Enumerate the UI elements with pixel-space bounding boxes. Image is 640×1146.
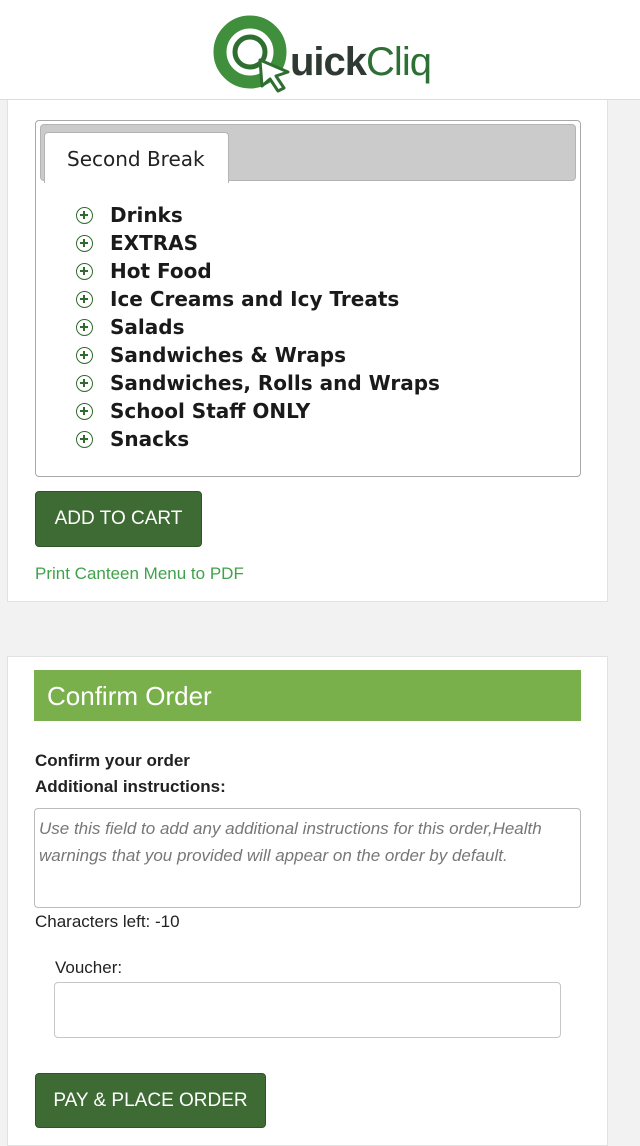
category-label: Salads [110, 315, 185, 339]
category-label: Ice Creams and Icy Treats [110, 287, 400, 311]
menu-card: Second Break Drinks EXTRAS Hot Food Ice … [7, 100, 608, 602]
quickcliq-logo[interactable]: uickCliq [212, 14, 444, 94]
pay-place-order-button[interactable]: PAY & PLACE ORDER [35, 1073, 266, 1128]
app-header: uickCliq [0, 0, 640, 100]
logo-q-cursor-icon [213, 15, 290, 93]
category-label: Sandwiches, Rolls and Wraps [110, 371, 440, 395]
category-label: Drinks [110, 203, 183, 227]
confirm-order-card: Confirm Order Confirm your order Additio… [7, 656, 608, 1146]
tab-second-break[interactable]: Second Break [44, 132, 229, 183]
category-label: Hot Food [110, 259, 212, 283]
category-label: Snacks [110, 427, 190, 451]
logo-text-dark: uick [290, 40, 367, 84]
category-label: EXTRAS [110, 231, 199, 255]
plus-circle-icon[interactable] [76, 234, 93, 252]
category-item-ice-creams[interactable]: Ice Creams and Icy Treats [76, 285, 440, 313]
additional-instructions-input[interactable] [34, 808, 581, 908]
characters-left-counter: Characters left: -10 [35, 912, 180, 931]
logo-wordmark: uickCliq [290, 38, 432, 86]
additional-instructions-label: Additional instructions: [35, 777, 226, 796]
category-label: Sandwiches & Wraps [110, 343, 347, 367]
plus-circle-icon[interactable] [76, 318, 93, 336]
plus-circle-icon[interactable] [76, 262, 93, 280]
category-item-sandwiches-wraps[interactable]: Sandwiches & Wraps [76, 341, 440, 369]
category-item-hot-food[interactable]: Hot Food [76, 257, 440, 285]
plus-circle-icon[interactable] [76, 290, 93, 308]
voucher-label: Voucher: [55, 958, 123, 977]
category-item-sandwiches-rolls-wraps[interactable]: Sandwiches, Rolls and Wraps [76, 369, 440, 397]
tab-bar: Second Break [40, 124, 576, 183]
category-list: Drinks EXTRAS Hot Food Ice Creams and Ic… [76, 201, 440, 453]
logo-text-green: Cliq [366, 40, 432, 84]
confirm-order-heading: Confirm Order [34, 670, 581, 721]
plus-circle-icon[interactable] [76, 402, 93, 420]
category-item-snacks[interactable]: Snacks [76, 425, 440, 453]
category-item-salads[interactable]: Salads [76, 313, 440, 341]
category-item-drinks[interactable]: Drinks [76, 201, 440, 229]
voucher-input[interactable] [54, 982, 561, 1038]
add-to-cart-button[interactable]: ADD TO CART [35, 491, 202, 547]
category-label: School Staff ONLY [110, 399, 311, 423]
plus-circle-icon[interactable] [76, 430, 93, 448]
plus-circle-icon[interactable] [76, 346, 93, 364]
plus-circle-icon[interactable] [76, 206, 93, 224]
print-menu-pdf-link[interactable]: Print Canteen Menu to PDF [35, 564, 244, 584]
category-item-school-staff[interactable]: School Staff ONLY [76, 397, 440, 425]
category-item-extras[interactable]: EXTRAS [76, 229, 440, 257]
confirm-your-order-label: Confirm your order [35, 751, 190, 770]
menu-panel: Second Break Drinks EXTRAS Hot Food Ice … [35, 120, 581, 477]
plus-circle-icon[interactable] [76, 374, 93, 392]
